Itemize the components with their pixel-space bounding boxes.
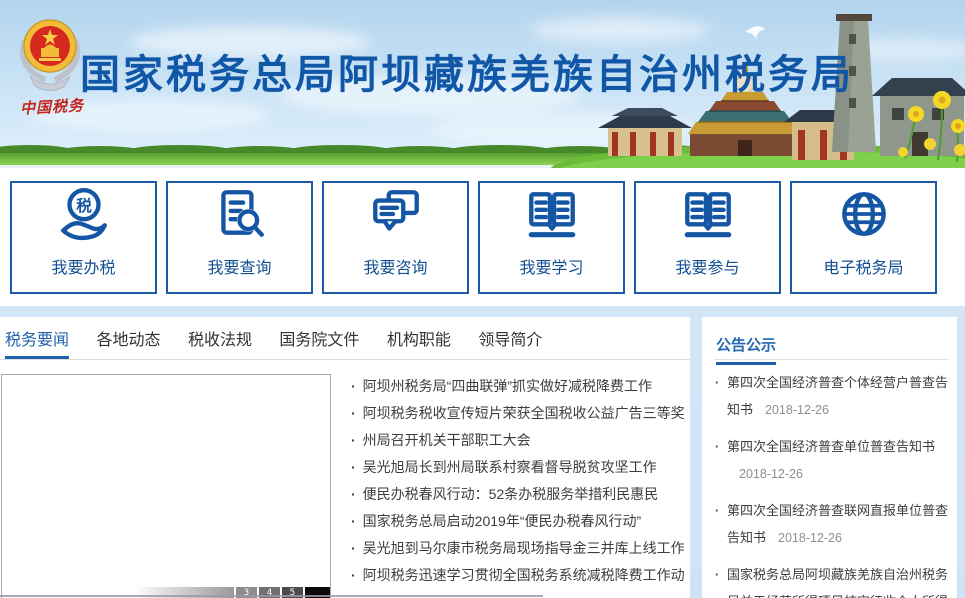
news-item[interactable]: 阿坝税务税收宣传短片荣获全国税收公益广告三等奖 xyxy=(351,400,684,427)
quick-nav-label: 我要查询 xyxy=(207,254,271,278)
tab-lingdao-jianjie[interactable]: 领导简介 xyxy=(478,317,542,359)
open-book-icon xyxy=(679,183,737,244)
site-title: 国家税务总局阿坝藏族羌族自治州税务局 xyxy=(80,42,854,100)
announcement-date: 2018-12-26 xyxy=(765,403,829,417)
tab-gedi-dongtai[interactable]: 各地动态 xyxy=(96,317,160,359)
news-item[interactable]: 国家税务总局启动2019年“便民办税春风行动” xyxy=(351,508,684,535)
chat-bubbles-icon xyxy=(367,183,425,244)
tab-shuiwu-yaowen[interactable]: 税务要闻 xyxy=(5,317,69,359)
news-item[interactable]: 州局召开机关干部职工大会 xyxy=(351,427,684,454)
quick-nav: 税 我要办税 我要查询 xyxy=(0,168,965,306)
news-list: 阿坝州税务局“四曲联弹”抓实做好减税降费工作 阿坝税务税收宣传短片荣获全国税收公… xyxy=(331,373,690,598)
news-carousel[interactable]: 3 4 5 xyxy=(1,374,331,598)
quick-nav-label: 我要办税 xyxy=(51,254,115,278)
page: 中国税务 国家税务总局阿坝藏族羌族自治州税务局 税 我要办税 xyxy=(0,0,965,598)
open-book-icon xyxy=(523,183,581,244)
quick-nav-item-xuexi[interactable]: 我要学习 xyxy=(478,181,625,294)
quick-nav-item-chaxun[interactable]: 我要查询 xyxy=(166,181,313,294)
tab-jigou-zhineng[interactable]: 机构职能 xyxy=(387,317,451,359)
announcement-text: 第四次全国经济普查个体经营户普查告知书 xyxy=(727,375,948,417)
tax-hand-icon: 税 xyxy=(55,183,113,244)
tab-shuishou-fagui[interactable]: 税收法规 xyxy=(188,317,252,359)
announcements-header: 公告公示 xyxy=(714,325,949,360)
announcements-panel: 公告公示 第四次全国经济普查个体经营户普查告知书2018-12-26 第四次全国… xyxy=(702,317,957,598)
announcement-item[interactable]: 第四次全国经济普查单位普查告知书 2018-12-26 xyxy=(714,433,949,488)
tax-emblem-logo xyxy=(10,14,90,98)
news-item[interactable]: 阿坝税务迅速学习贯彻全国税务系统减税降费工作动... xyxy=(351,562,684,589)
doc-search-icon xyxy=(211,183,269,244)
quick-nav-item-etax[interactable]: 电子税务局 xyxy=(790,181,937,294)
news-tabs: 税务要闻 各地动态 税收法规 国务院文件 机构职能 领导简介 xyxy=(0,317,690,360)
news-item[interactable]: 阿坝州税务局“四曲联弹”抓实做好减税降费工作 xyxy=(351,373,684,400)
announcement-item[interactable]: 第四次全国经济普查联网直报单位普查告知书2018-12-26 xyxy=(714,497,949,552)
quick-nav-item-banshui[interactable]: 税 我要办税 xyxy=(10,181,157,294)
news-item[interactable]: 便民办税春风行动：52条办税服务举措利民惠民 xyxy=(351,481,684,508)
announcement-text: 国家税务总局阿坝藏族羌族自治州税务局关于经营所得项目核定征收个人所得税的公告 xyxy=(727,567,948,598)
announcements-list: 第四次全国经济普查个体经营户普查告知书2018-12-26 第四次全国经济普查单… xyxy=(714,369,949,598)
quick-nav-label: 我要学习 xyxy=(519,254,583,278)
content: 税务要闻 各地动态 税收法规 国务院文件 机构职能 领导简介 3 4 5 xyxy=(0,306,965,598)
announcement-date: 2018-12-26 xyxy=(739,467,803,481)
news-panel-body: 3 4 5 阿坝州税务局“四曲联弹”抓实做好减税降费工作 阿坝税务税收宣传短片荣… xyxy=(0,360,690,598)
announcements-title: 公告公示 xyxy=(716,334,776,365)
quick-nav-label: 电子税务局 xyxy=(823,254,903,278)
quick-nav-label: 我要参与 xyxy=(675,254,739,278)
news-item[interactable]: 吴光旭局长到州局联系村察看督导脱贫攻坚工作 xyxy=(351,454,684,481)
site-banner: 中国税务 国家税务总局阿坝藏族羌族自治州税务局 xyxy=(0,0,965,168)
tab-guowuyuan-wenjian[interactable]: 国务院文件 xyxy=(279,317,359,359)
globe-icon xyxy=(835,183,893,244)
bottom-divider xyxy=(0,595,543,597)
quick-nav-item-canyu[interactable]: 我要参与 xyxy=(634,181,781,294)
announcement-date: 2018-12-26 xyxy=(778,531,842,545)
announcement-item[interactable]: 国家税务总局阿坝藏族羌族自治州税务局关于经营所得项目核定征收个人所得税的公告20… xyxy=(714,561,949,598)
news-item[interactable]: 吴光旭到马尔康市税务局现场指导金三并库上线工作 xyxy=(351,535,684,562)
announcement-item[interactable]: 第四次全国经济普查个体经营户普查告知书2018-12-26 xyxy=(714,369,949,424)
announcement-text: 第四次全国经济普查单位普查告知书 xyxy=(727,439,935,454)
quick-nav-label: 我要咨询 xyxy=(363,254,427,278)
quick-nav-item-zixun[interactable]: 我要咨询 xyxy=(322,181,469,294)
svg-text:税: 税 xyxy=(76,195,92,214)
news-panel: 税务要闻 各地动态 税收法规 国务院文件 机构职能 领导简介 3 4 5 xyxy=(0,317,690,598)
